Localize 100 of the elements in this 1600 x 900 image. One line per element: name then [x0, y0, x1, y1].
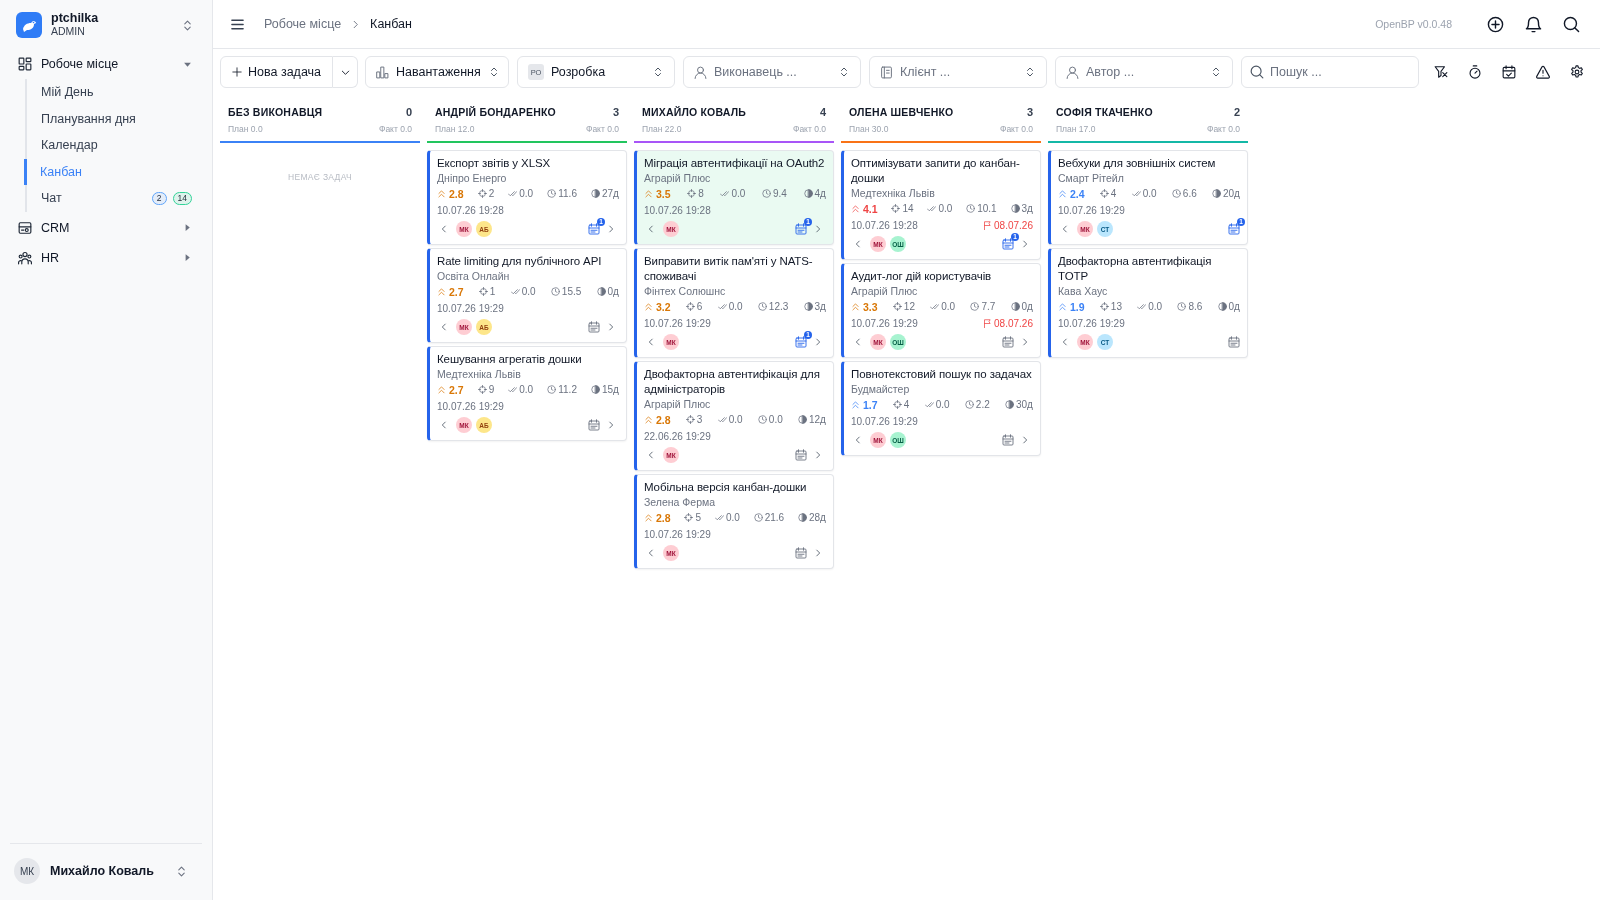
search-field[interactable]: Пошук ...: [1241, 56, 1420, 88]
half-circle-icon: [1005, 400, 1014, 409]
clock-icon: [547, 189, 557, 198]
chevron-right-icon[interactable]: [813, 548, 823, 558]
half-circle-icon: [591, 189, 600, 198]
caret-right-icon[interactable]: [183, 253, 192, 262]
calendar-icon[interactable]: [1002, 336, 1014, 348]
metric-value: 3: [696, 414, 703, 425]
bird-logo-icon[interactable]: [16, 12, 42, 38]
chevrons-up-down-icon[interactable]: [181, 18, 194, 32]
chevrons-up-down-icon[interactable]: [175, 864, 188, 878]
double-chevron-up-icon: [851, 302, 860, 311]
double-chevron-up-icon: [644, 302, 653, 311]
clock-icon: [762, 189, 771, 198]
bell-icon[interactable]: [1525, 15, 1542, 33]
calendar-icon[interactable]: [795, 547, 807, 559]
new-task-button[interactable]: Нова задача: [220, 56, 334, 88]
chevron-right-icon[interactable]: [1020, 435, 1030, 445]
warning-icon[interactable]: [1536, 65, 1551, 79]
task-title: Вебхуки для зовнішніх систем: [1058, 156, 1217, 171]
calendar-icon[interactable]: [795, 449, 807, 461]
calendar-icon[interactable]: [1002, 434, 1014, 446]
client-select[interactable]: Клієнт ...: [869, 56, 1048, 88]
chevron-left-icon[interactable]: [853, 435, 863, 445]
chevron-left-icon[interactable]: [646, 224, 656, 234]
nav-subitem[interactable]: Календар: [25, 132, 212, 159]
nav-item[interactable]: Робоче місце: [0, 49, 212, 79]
chevron-right-icon[interactable]: [1020, 239, 1030, 249]
filter-off-icon[interactable]: [1434, 65, 1449, 79]
search-icon: [1250, 65, 1265, 79]
chevron-left-icon[interactable]: [439, 322, 449, 332]
chevron-left-icon[interactable]: [646, 337, 656, 347]
nav-item[interactable]: CRM: [0, 212, 212, 243]
chevron-left-icon[interactable]: [853, 337, 863, 347]
chevron-left-icon[interactable]: [646, 450, 656, 460]
metric-value: 20д: [1223, 188, 1240, 199]
calendar-check-icon[interactable]: [1502, 65, 1517, 79]
double-chevron-up-icon: [851, 400, 860, 409]
metric-value: 12.3: [768, 301, 789, 312]
person-select[interactable]: Виконавець ...: [683, 56, 862, 88]
chevron-right-icon[interactable]: [813, 224, 823, 234]
timer-icon[interactable]: [1468, 65, 1483, 79]
chevron-left-icon[interactable]: [1060, 224, 1070, 234]
calendar-icon[interactable]: [588, 321, 600, 333]
calendar-icon[interactable]: [1228, 223, 1240, 235]
person-select[interactable]: Автор ...: [1055, 56, 1234, 88]
metric-value: 8.6: [1188, 301, 1203, 312]
client-name: Медтехніка Львів: [437, 367, 522, 381]
calendar-icon[interactable]: [795, 223, 807, 235]
task-title: Rate limiting для публічного API: [437, 254, 603, 269]
timestamp: 10.07.26 19:29: [437, 302, 504, 314]
nav-item[interactable]: HR: [0, 242, 212, 273]
plan-hours: План 30.0: [849, 124, 889, 134]
nav-subitem[interactable]: Планування дня: [25, 105, 212, 132]
metric-value: 0д: [1228, 301, 1240, 312]
nav-subitem[interactable]: Чат 2 14: [25, 185, 212, 212]
calendar-icon[interactable]: [1002, 238, 1014, 250]
metric-value: 9: [488, 384, 495, 395]
chevron-right-icon[interactable]: [606, 420, 616, 430]
metric-value: 21.6: [764, 512, 785, 523]
crosshair-icon: [478, 287, 488, 296]
task-title: Кешування агрегатів дошки: [437, 352, 583, 367]
double-check-icon: [714, 513, 724, 522]
settings-icon[interactable]: [1570, 65, 1585, 79]
chevron-left-icon[interactable]: [439, 420, 449, 430]
user-name[interactable]: Михайло Коваль: [50, 864, 165, 878]
chevron-right-icon[interactable]: [1020, 337, 1030, 347]
chevron-left-icon[interactable]: [1060, 337, 1070, 347]
caret-right-icon[interactable]: [183, 223, 192, 232]
timestamp: 10.07.26 19:29: [851, 317, 918, 329]
breadcrumb-link[interactable]: Робоче місце: [264, 17, 342, 31]
calendar-icon[interactable]: [588, 419, 600, 431]
crosshair-icon: [1099, 189, 1109, 198]
add-icon[interactable]: [1487, 15, 1504, 33]
nav-subitem[interactable]: Мій День: [25, 79, 212, 106]
chevron-right-icon[interactable]: [813, 337, 823, 347]
column-title: БЕЗ ВИКОНАВЦЯ: [228, 106, 323, 118]
metric-value: 2: [488, 188, 495, 199]
chevron-left-icon[interactable]: [646, 548, 656, 558]
workload-select[interactable]: Навантаження: [365, 56, 510, 88]
plan-hours: План 12.0: [435, 124, 475, 134]
metric-value: 13: [1110, 301, 1122, 312]
nav-subitem[interactable]: Канбан: [24, 158, 212, 185]
calendar-icon[interactable]: [588, 223, 600, 235]
column-title: СОФІЯ ТКАЧЕНКО: [1056, 106, 1153, 118]
chevron-right-icon[interactable]: [606, 322, 616, 332]
double-check-icon: [720, 189, 730, 198]
chevron-left-icon[interactable]: [439, 224, 449, 234]
clock-icon: [547, 385, 557, 394]
calendar-icon[interactable]: [1228, 336, 1240, 348]
chevron-left-icon[interactable]: [853, 239, 863, 249]
priority-score: 2.7: [449, 383, 464, 396]
user-avatar[interactable]: МК: [14, 858, 40, 884]
double-chevron-up-icon: [644, 415, 653, 424]
search-icon[interactable]: [1563, 15, 1580, 33]
chevron-right-icon[interactable]: [813, 450, 823, 460]
chevron-right-icon[interactable]: [606, 224, 616, 234]
calendar-icon[interactable]: [795, 336, 807, 348]
metric-value: 14: [902, 203, 914, 214]
contact-card-icon: [18, 220, 32, 235]
